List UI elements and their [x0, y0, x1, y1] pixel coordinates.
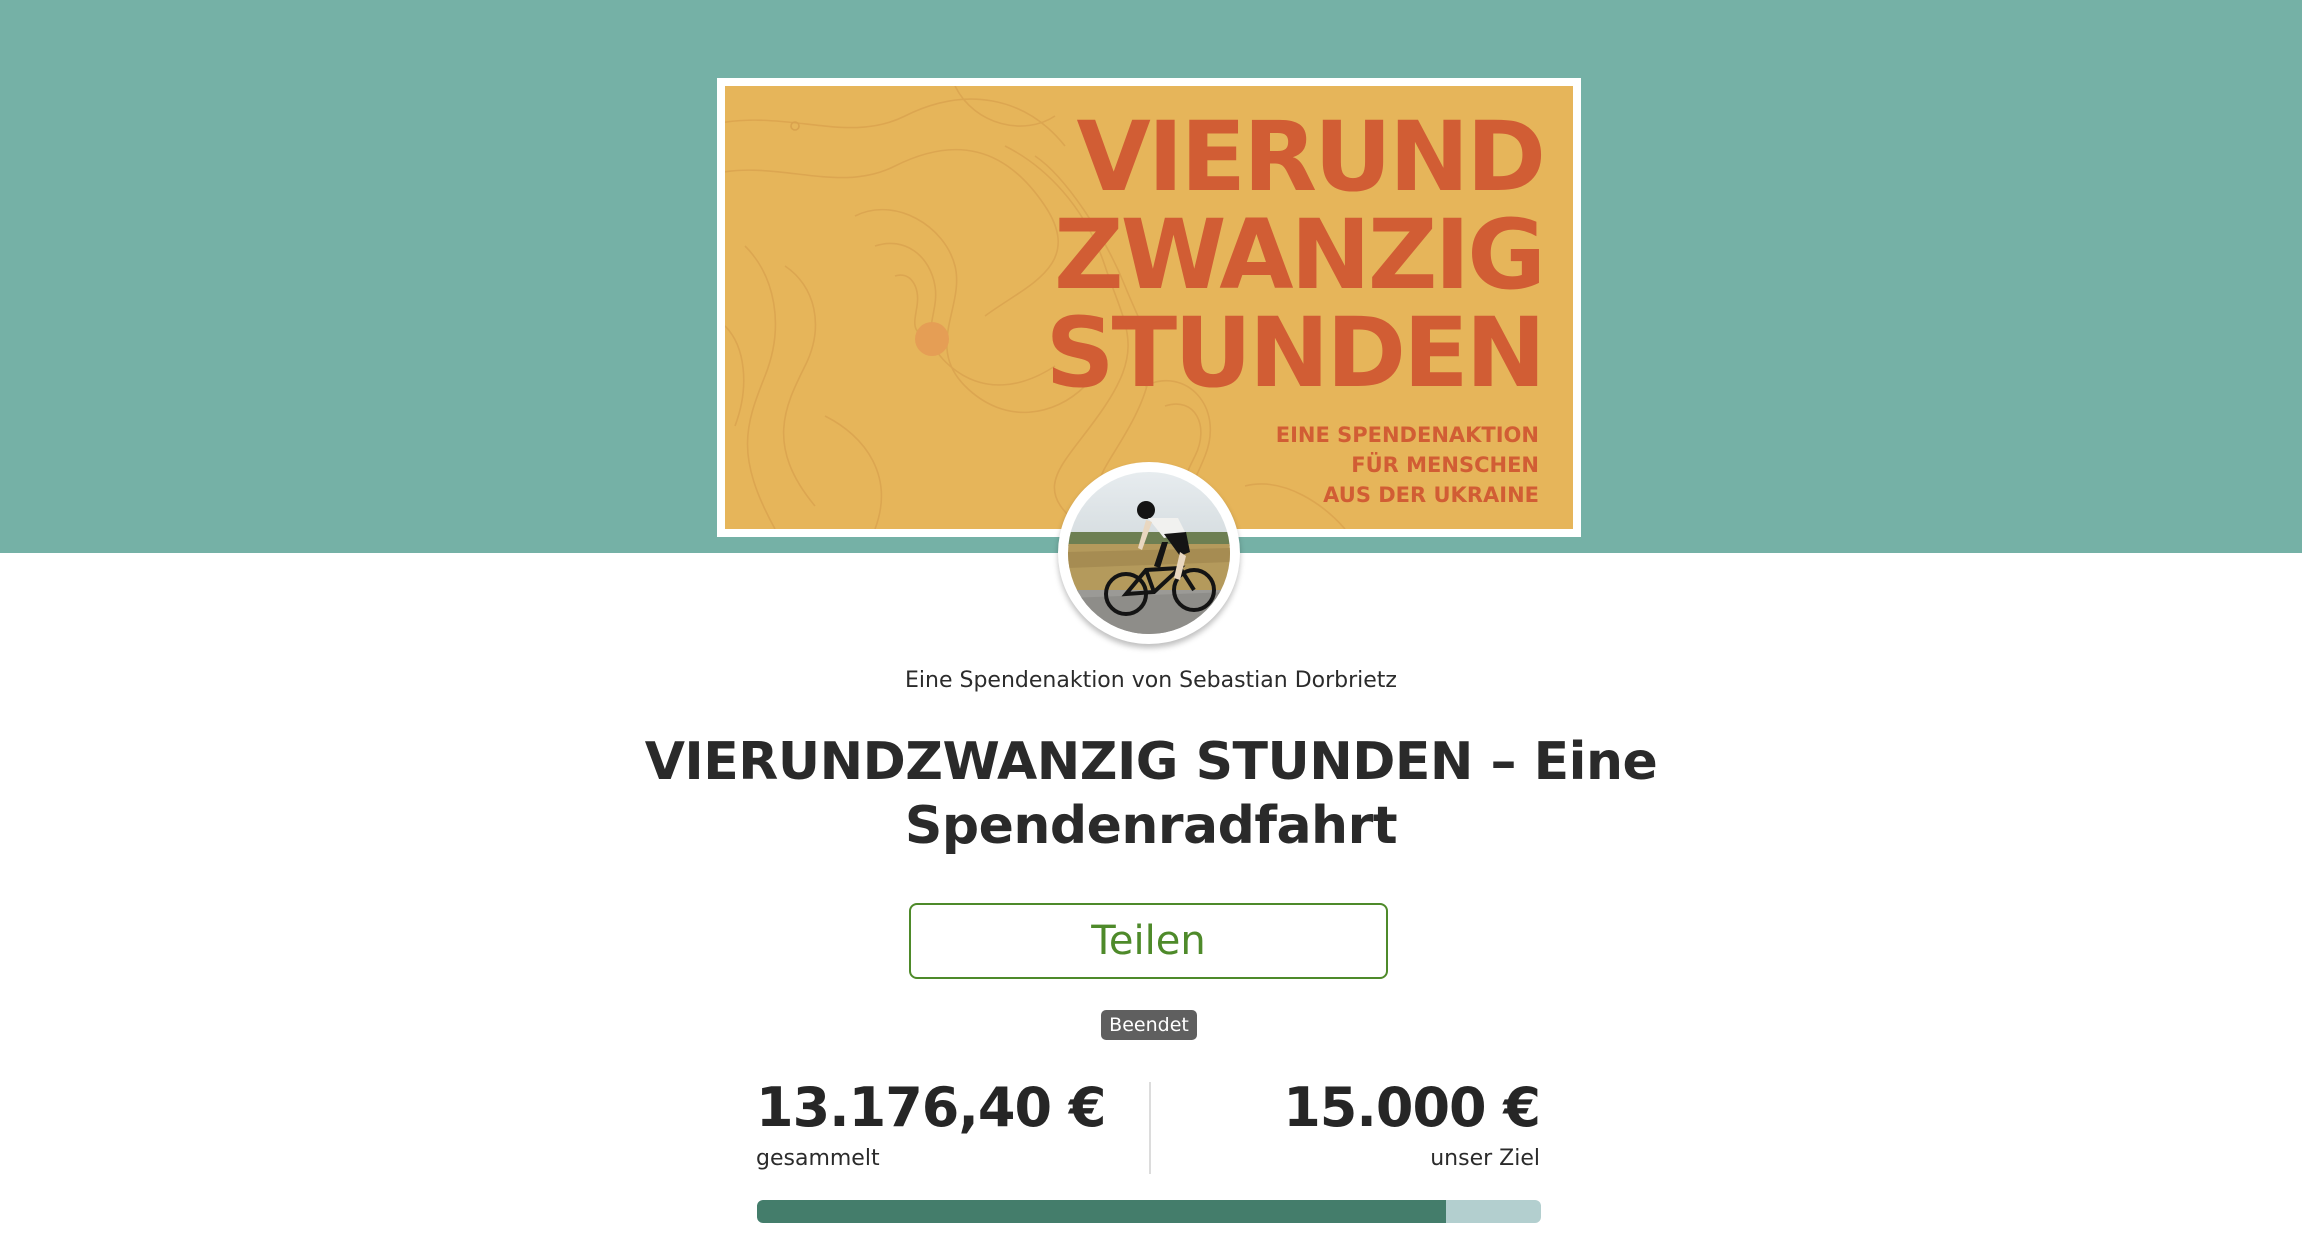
cyclist-photo	[1068, 472, 1230, 634]
organizer-line: Eine Spendenaktion von Sebastian Dorbrie…	[905, 668, 1397, 693]
collected-label: gesammelt	[756, 1146, 880, 1171]
page-title: VIERUNDZWANZIG STUNDEN – Eine Spendenrad…	[644, 732, 1658, 856]
banner-subtitle-line-3: AUS DER UKRAINE	[1323, 483, 1539, 507]
collected-amount: 13.176,40 €	[756, 1076, 1106, 1139]
stats-divider	[1149, 1082, 1151, 1174]
fundraiser-page: VIERUND ZWANZIG STUNDEN EINE SPENDENAKTI…	[0, 0, 2302, 1258]
banner-subtitle-line-1: EINE SPENDENAKTION	[1275, 423, 1539, 447]
map-marker-icon	[915, 322, 949, 356]
status-badge: Beendet	[1101, 1010, 1197, 1040]
progress-fill	[757, 1200, 1446, 1223]
goal-label: unser Ziel	[1430, 1146, 1540, 1171]
banner-title-line-3: STUNDEN	[1045, 297, 1546, 409]
banner-subtitle: EINE SPENDENAKTION FÜR MENSCHEN AUS DER …	[1276, 420, 1539, 510]
banner-title: VIERUND ZWANZIG STUNDEN	[1045, 101, 1546, 409]
banner-subtitle-line-2: FÜR MENSCHEN	[1351, 453, 1539, 477]
organizer-avatar[interactable]	[1058, 462, 1240, 644]
progress-bar	[757, 1200, 1541, 1223]
cyclist-photo-drawing	[1068, 472, 1230, 634]
share-button[interactable]: Teilen	[909, 903, 1388, 979]
goal-amount: 15.000 €	[1283, 1076, 1541, 1139]
banner-title-line-2: ZWANZIG	[1054, 199, 1546, 311]
collected-stat: 13.176,40 € gesammelt	[756, 1072, 1106, 1174]
goal-stat: 15.000 € unser Ziel	[1283, 1072, 1541, 1174]
banner-title-line-1: VIERUND	[1076, 101, 1546, 213]
